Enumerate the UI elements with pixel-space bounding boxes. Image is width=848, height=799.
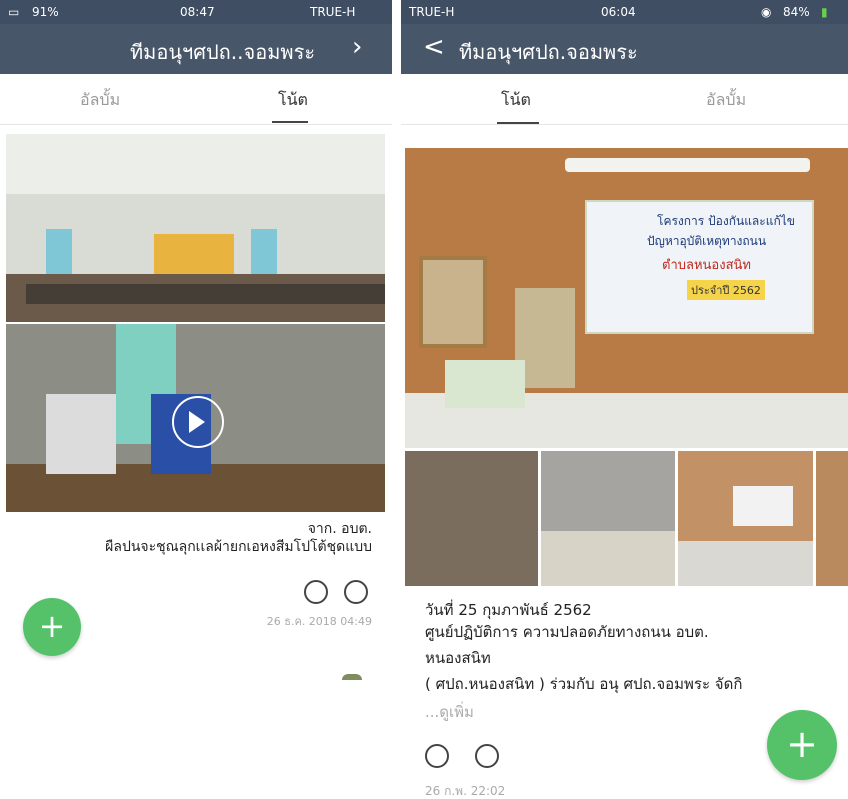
app-header: < ทีมอนุฯศปถ.จอมพระ [401,24,848,74]
carrier-name: TRUE-H [409,5,455,19]
tab-notes[interactable]: โน้ต [278,88,308,113]
tab-bar: โน้ต อัลบั้ม [401,74,848,125]
page-title: ทีมอนุฯศปถ.จอมพระ [459,40,638,64]
post-caption-line-2: ศูนย์ปฏิบัติการ ความปลอดภัยทางถนน อบต. [425,623,709,641]
project-banner: โครงการ ป้องกันและแก้ไข ปัญหาอุบัติเหตุท… [585,200,814,334]
banner-line-1: โครงการ ป้องกันและแก้ไข [657,214,795,228]
post-caption-line-1: จาก. อบต. [307,521,372,537]
thumbnail-1[interactable] [405,451,538,586]
left-screen: ▭ 91% 08:47 TRUE-H ทีมอนุฯศปถ..จอมพระ › … [0,0,392,680]
post-caption-line-2: ผืลปนจะชุณลุกเเลผ้ายกเอหงสีมโปโต้ชุดแบบ [105,539,372,555]
see-more-link[interactable]: ...ดูเพิ่ม [425,702,474,722]
tab-notes[interactable]: โน้ต [501,88,531,113]
thumbnail-4[interactable] [816,451,848,586]
app-header: ทีมอนุฯศปถ..จอมพระ › [0,24,392,74]
thumbnail-2[interactable] [541,451,675,586]
status-bar: ▭ 91% 08:47 TRUE-H [0,0,392,24]
right-screen: TRUE-H 06:04 ◉ 84% ▮ < ทีมอนุฯศปถ.จอมพระ… [401,0,848,799]
status-bar: TRUE-H 06:04 ◉ 84% ▮ [401,0,848,24]
smile-icon[interactable] [425,744,449,768]
back-arrow-icon[interactable]: < [423,32,445,62]
page-title: ทีมอนุฯศปถ..จอมพระ [130,40,316,64]
carrier-name: TRUE-H [310,5,356,19]
tab-bar: อัลบั้ม โน้ต [0,74,392,125]
smile-icon[interactable] [344,580,368,604]
post-photo-1[interactable] [6,134,385,322]
tab-album[interactable]: อัลบั้ม [80,88,120,113]
add-button[interactable]: + [767,710,837,780]
status-time: 08:47 [180,5,215,19]
add-button[interactable]: + [23,598,81,656]
status-time: 06:04 [601,5,636,19]
banner-line-2: ปัญหาอุบัติเหตุทางถนน [647,234,767,248]
post-caption-line-3: หนองสนิท [425,649,491,667]
post-video[interactable] [6,324,385,512]
battery-indicator: ▭ [8,5,20,19]
play-icon[interactable] [172,396,224,448]
post-caption-line-4: ( ศปถ.หนองสนิท ) ร่วมกับ อนุ ศปถ.จอมพระ … [425,675,743,693]
post-photo-main[interactable]: โครงการ ป้องกันและแก้ไข ปัญหาอุบัติเหตุท… [405,148,848,448]
battery-icon: ▮ [821,5,828,19]
battery-percent: 91% [32,5,59,19]
comment-icon[interactable] [304,580,328,604]
active-tab-indicator [497,122,539,124]
chevron-right-icon[interactable]: › [352,32,362,62]
comment-icon[interactable] [475,744,499,768]
active-tab-indicator [272,121,308,123]
avatar [342,674,362,680]
post-caption-line-1: วันที่ 25 กุมภาพันธ์ 2562 [425,601,592,619]
eye-icon: ◉ [761,5,772,19]
banner-line-3: ตำบลหนองสนิท [662,258,751,273]
battery-percent: 84% [783,5,810,19]
tab-album[interactable]: อัลบั้ม [706,88,746,113]
post-timestamp: 26 ก.พ. 22:02 [425,784,506,798]
thumbnail-3[interactable] [678,451,813,586]
banner-line-4: ประจำปี 2562 [687,280,765,300]
